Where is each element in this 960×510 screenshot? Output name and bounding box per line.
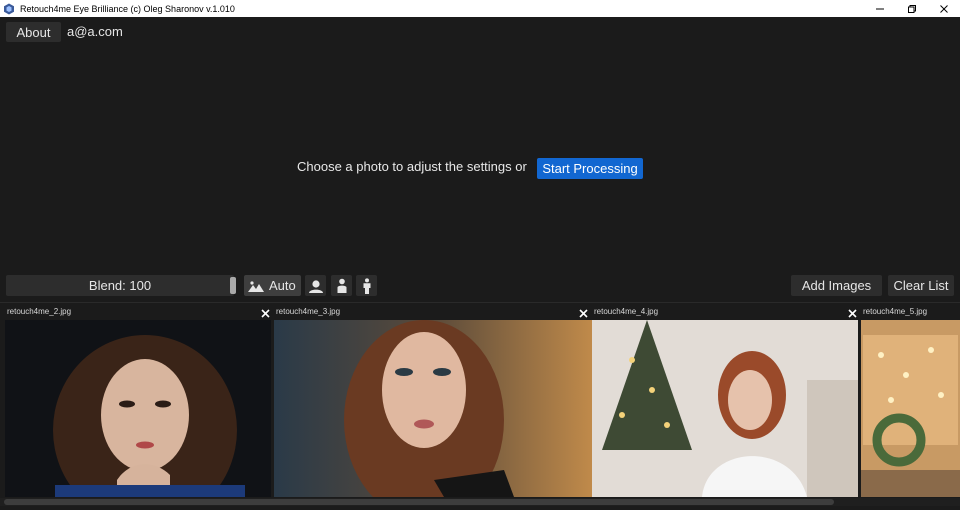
window-title: Retouch4me Eye Brilliance (c) Oleg Sharo…: [20, 3, 235, 14]
close-icon: [578, 308, 588, 318]
toolbar-divider: [0, 302, 960, 303]
clear-list-button[interactable]: Clear List: [888, 275, 954, 296]
portrait-full-body-icon: [363, 277, 370, 294]
remove-thumbnail-button[interactable]: [846, 307, 858, 319]
thumbnail-item[interactable]: retouch4me_5.jpg: [861, 305, 960, 497]
portrait-half-body-button[interactable]: [331, 275, 352, 296]
remove-thumbnail-button[interactable]: [259, 307, 271, 319]
restore-icon: [908, 4, 916, 13]
restore-button[interactable]: [896, 0, 928, 17]
blend-slider[interactable]: Blend: 100: [6, 275, 236, 296]
close-icon: [847, 308, 857, 318]
thumbnail-filename: retouch4me_4.jpg: [594, 307, 659, 316]
title-bar: Retouch4me Eye Brilliance (c) Oleg Sharo…: [0, 0, 960, 17]
thumbnail-item[interactable]: retouch4me_4.jpg: [592, 305, 858, 497]
scrollbar-thumb[interactable]: [4, 499, 834, 505]
start-processing-button[interactable]: Start Processing: [537, 158, 643, 179]
about-button[interactable]: About: [6, 22, 61, 42]
auto-mode-button[interactable]: Auto: [244, 275, 301, 296]
thumbnail-scrollbar[interactable]: [0, 498, 960, 506]
minimize-button[interactable]: [864, 0, 896, 17]
auto-label: Auto: [269, 278, 296, 293]
thumbnail-item[interactable]: retouch4me_3.jpg: [274, 305, 592, 497]
account-email: a@a.com: [67, 24, 123, 39]
portrait-full-body-button[interactable]: [356, 275, 377, 296]
thumbnail-image[interactable]: [5, 320, 271, 497]
thumbnail-filename: retouch4me_5.jpg: [863, 307, 928, 316]
add-images-button[interactable]: Add Images: [791, 275, 882, 296]
thumbnail-filename: retouch4me_3.jpg: [276, 307, 341, 316]
blend-slider-handle[interactable]: [230, 277, 236, 294]
close-icon: [940, 4, 948, 13]
close-window-button[interactable]: [928, 0, 960, 17]
choose-photo-prompt: Choose a photo to adjust the settings or: [297, 159, 527, 174]
thumbnail-filename: retouch4me_2.jpg: [7, 307, 72, 316]
blend-label: Blend: 100: [88, 278, 152, 293]
thumbnail-image[interactable]: [592, 320, 858, 497]
thumbnail-image[interactable]: [861, 320, 960, 497]
portrait-photo-4: [861, 320, 960, 497]
portrait-photo-1: [5, 320, 271, 497]
remove-thumbnail-button[interactable]: [577, 307, 589, 319]
portrait-photo-3: [592, 320, 858, 497]
portrait-face-button[interactable]: [305, 275, 326, 296]
landscape-icon: [248, 280, 264, 292]
close-icon: [260, 308, 270, 318]
minimize-icon: [876, 8, 884, 9]
app-logo-icon: [4, 3, 14, 14]
portrait-photo-2: [274, 320, 592, 497]
thumbnail-item[interactable]: retouch4me_2.jpg: [5, 305, 271, 497]
portrait-half-body-icon: [337, 278, 346, 293]
thumbnail-image[interactable]: [274, 320, 592, 497]
portrait-face-icon: [308, 279, 323, 293]
